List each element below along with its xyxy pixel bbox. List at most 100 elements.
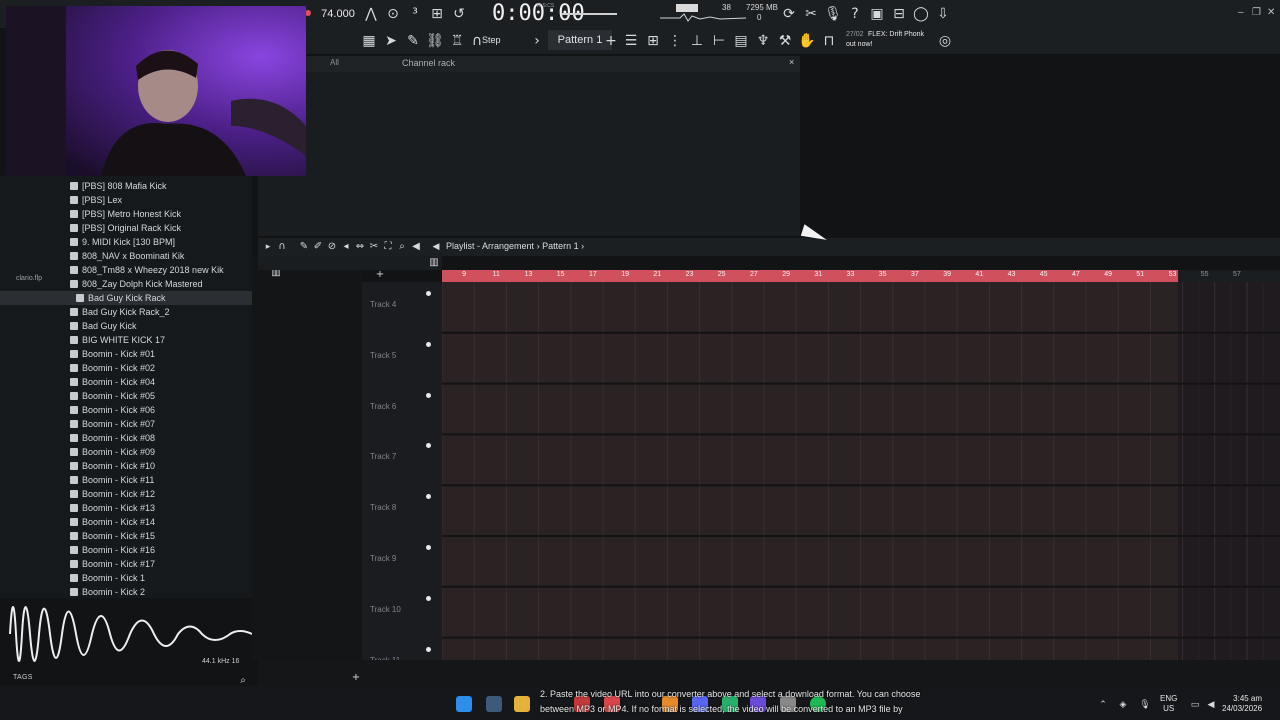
browser-item[interactable]: Boomin - Kick #06 bbox=[70, 403, 155, 417]
minimize-icon[interactable]: – bbox=[1238, 7, 1244, 18]
mute-icon[interactable]: ◂ bbox=[340, 240, 352, 254]
browser-item[interactable]: Boomin - Kick 1 bbox=[70, 571, 145, 585]
close-icon[interactable]: × bbox=[789, 57, 794, 67]
piano-roll-icon[interactable]: ▥ bbox=[428, 256, 440, 270]
zoom-icon[interactable]: ⌕ bbox=[396, 240, 408, 254]
browser-item[interactable]: [PBS] Metro Honest Kick bbox=[70, 207, 181, 221]
browser-item[interactable]: Boomin - Kick #11 bbox=[70, 473, 154, 487]
browser-item[interactable]: 808_NAV x Boominati Kik bbox=[70, 249, 184, 263]
track-label[interactable]: Track 8 bbox=[370, 503, 396, 512]
browser-item[interactable]: Boomin - Kick #05 bbox=[70, 389, 155, 403]
chevron-right-icon[interactable]: › bbox=[581, 241, 584, 251]
step-edit-icon[interactable]: ⊞ bbox=[428, 5, 446, 23]
globe-icon[interactable]: ◎ bbox=[936, 32, 954, 50]
browser-item[interactable]: 808_Tm88 x Wheezy 2018 new Kik bbox=[70, 263, 224, 277]
track-label[interactable]: Track 9 bbox=[370, 554, 396, 563]
windows-start-icon[interactable] bbox=[456, 696, 472, 712]
tempo-display[interactable]: 74.000 bbox=[318, 4, 358, 24]
project-icon[interactable]: ▤ bbox=[732, 32, 750, 50]
countdown-icon[interactable]: ³ bbox=[406, 5, 424, 23]
select-icon[interactable]: ⛶ bbox=[382, 240, 394, 254]
microphone-icon[interactable]: 🎙 bbox=[1136, 696, 1154, 714]
track-mute-button[interactable] bbox=[426, 341, 431, 347]
browser-item[interactable]: Boomin - Kick #13 bbox=[70, 501, 155, 515]
browser-item[interactable]: Boomin - Kick #14 bbox=[70, 515, 155, 529]
save-icon[interactable]: ▣ bbox=[868, 5, 886, 23]
pencil-icon[interactable]: ✎ bbox=[298, 240, 310, 254]
browser-item[interactable]: Boomin - Kick #16 bbox=[70, 543, 155, 557]
slice-icon[interactable]: ✂ bbox=[368, 240, 380, 254]
tags-label[interactable]: TAGS bbox=[13, 674, 33, 681]
add-track-icon[interactable]: + bbox=[374, 268, 386, 282]
browser-item[interactable]: Bad Guy Kick bbox=[70, 319, 137, 333]
track-mute-button[interactable] bbox=[426, 646, 431, 652]
track-mute-button[interactable] bbox=[426, 392, 431, 398]
browser-item[interactable]: Bad Guy Kick Rack_2 bbox=[70, 305, 170, 319]
playlist-scrollbar[interactable] bbox=[258, 660, 1280, 686]
news-subtitle[interactable]: out now! bbox=[846, 40, 872, 49]
channel-rack-icon[interactable]: ⋮ bbox=[666, 32, 684, 50]
channel-rack-title[interactable]: Channel rack bbox=[402, 58, 455, 68]
link-icon[interactable]: ⛓ bbox=[426, 32, 444, 50]
chevron-up-icon[interactable]: ⌃ bbox=[1094, 696, 1112, 714]
track-label[interactable]: Track 10 bbox=[370, 605, 401, 614]
browser-item[interactable]: Boomin - Kick 2 bbox=[70, 585, 145, 599]
browser-icon[interactable]: ⊢ bbox=[710, 32, 728, 50]
refresh-icon[interactable]: ⟳ bbox=[780, 5, 798, 23]
metronome-icon[interactable]: ⋀ bbox=[362, 5, 380, 23]
touch-icon[interactable]: ✋ bbox=[798, 32, 816, 50]
folder-icon[interactable] bbox=[514, 696, 530, 712]
snap-mode[interactable]: Step bbox=[482, 31, 516, 49]
browser-item[interactable]: Boomin - Kick #17 bbox=[70, 557, 155, 571]
browser-item[interactable]: Boomin - Kick #02 bbox=[70, 361, 155, 375]
network-icon[interactable]: ◈ bbox=[1114, 696, 1132, 714]
piano-icon[interactable]: ▦ bbox=[360, 32, 378, 50]
song-position-slider[interactable] bbox=[561, 13, 617, 15]
browser-item[interactable]: Bad Guy Kick Rack bbox=[76, 291, 166, 305]
browser-item[interactable]: [PBS] 808 Mafia Kick bbox=[70, 179, 167, 193]
language-indicator[interactable]: ENG US bbox=[1160, 694, 1177, 714]
close-icon[interactable]: ✕ bbox=[1267, 7, 1275, 18]
magnet-icon[interactable]: ∩ bbox=[276, 240, 288, 254]
paint-icon[interactable]: ✐ bbox=[312, 240, 324, 254]
browser-item[interactable]: Boomin - Kick #12 bbox=[70, 487, 155, 501]
track-label[interactable]: Track 7 bbox=[370, 452, 396, 461]
clock[interactable]: 3:45 am 24/03/2026 bbox=[1222, 694, 1262, 714]
plugin-icon[interactable]: ⊟ bbox=[890, 5, 908, 23]
help-icon[interactable]: ? bbox=[846, 5, 864, 23]
track-label[interactable]: Track 6 bbox=[370, 402, 396, 411]
browser-item[interactable]: Boomin - Kick #15 bbox=[70, 529, 155, 543]
browser-item[interactable]: [PBS] Original Rack Kick bbox=[70, 221, 181, 235]
pencil-icon[interactable]: ✎ bbox=[404, 32, 422, 50]
news-title[interactable]: FLEX: Drift Phonk bbox=[868, 30, 924, 39]
chevron-right-icon[interactable]: › bbox=[528, 32, 546, 50]
track-label[interactable]: Track 4 bbox=[370, 300, 396, 309]
browser-item[interactable]: Boomin - Kick #04 bbox=[70, 375, 155, 389]
cut-icon[interactable]: ✂ bbox=[802, 5, 820, 23]
volume-icon[interactable]: ◀ bbox=[1202, 696, 1220, 714]
browser-item[interactable]: Boomin - Kick #10 bbox=[70, 459, 155, 473]
restore-icon[interactable]: ❐ bbox=[1252, 7, 1261, 18]
chat-icon[interactable]: ◯ bbox=[912, 5, 930, 23]
speaker-icon[interactable]: ◀ bbox=[430, 240, 442, 254]
add-pattern-icon[interactable]: + bbox=[602, 32, 620, 50]
browser-item[interactable]: 808_Zay Dolph Kick Mastered bbox=[70, 277, 203, 291]
track-label[interactable]: Track 5 bbox=[370, 351, 396, 360]
play-icon[interactable]: ▸ bbox=[262, 240, 274, 254]
playlist-icon[interactable]: ☰ bbox=[622, 32, 640, 50]
loop-record-icon[interactable]: ↺ bbox=[450, 5, 468, 23]
microphone-icon[interactable]: 🎙 bbox=[824, 5, 842, 23]
browser-item[interactable]: Boomin - Kick #09 bbox=[70, 445, 155, 459]
track-mute-button[interactable] bbox=[426, 291, 431, 296]
track-mute-button[interactable] bbox=[426, 595, 431, 601]
browser-item[interactable]: Boomin - Kick #01 bbox=[70, 347, 155, 361]
browser-item[interactable]: Boomin - Kick #07 bbox=[70, 417, 155, 431]
download-icon[interactable]: ⇩ bbox=[934, 5, 952, 23]
browser-item[interactable]: BIG WHITE KICK 17 bbox=[70, 333, 165, 347]
mail-icon[interactable] bbox=[486, 696, 502, 712]
mixer-icon[interactable]: ⊥ bbox=[688, 32, 706, 50]
slip-icon[interactable]: ⇔ bbox=[354, 240, 366, 254]
wait-input-icon[interactable]: ⊙ bbox=[384, 5, 402, 23]
play-icon[interactable]: ➤ bbox=[382, 32, 400, 50]
browser-item[interactable]: [PBS] Lex bbox=[70, 193, 122, 207]
